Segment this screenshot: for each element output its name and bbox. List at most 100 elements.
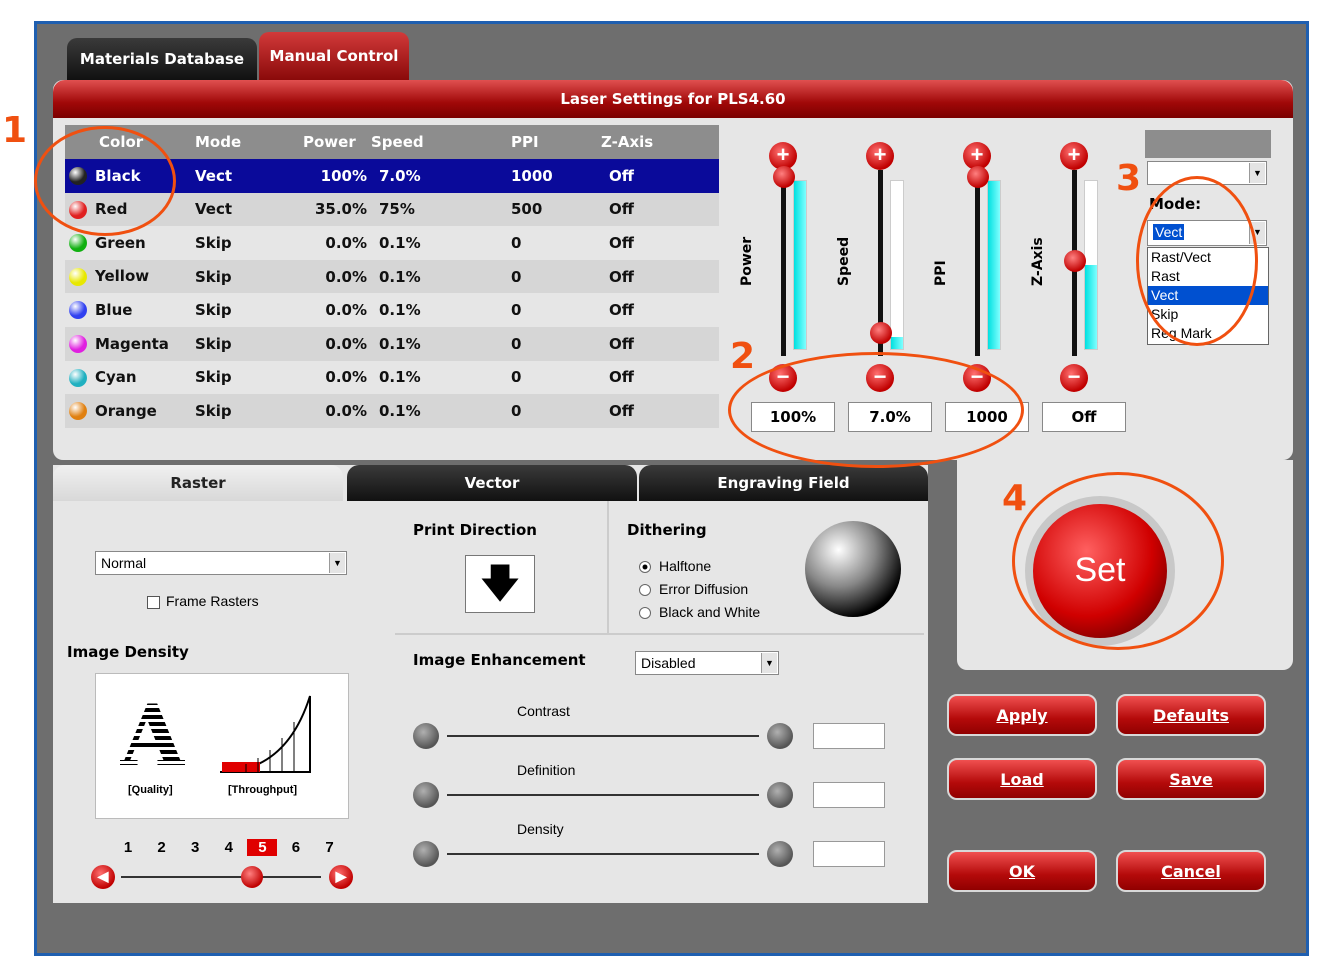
print-direction-label: Print Direction [413, 521, 537, 539]
slider-label: Power [739, 236, 755, 286]
options-panel: Raster Vector Engraving Field Normal ▼ F… [53, 465, 928, 903]
slider-end-knob-icon[interactable] [767, 782, 793, 808]
table-row[interactable]: Yellow Skip 0.0% 0.1% 0 Off [65, 259, 719, 294]
enhancement-slider[interactable]: Definition [413, 762, 913, 818]
dithering-options: Halftone Error Diffusion Black and White [639, 555, 760, 624]
dithering-radio[interactable]: Halftone [639, 555, 760, 578]
density-step[interactable]: 5 [247, 839, 278, 856]
enhancement-slider[interactable]: Density [413, 821, 913, 877]
dithering-radio[interactable]: Error Diffusion [639, 578, 760, 601]
slider-knob[interactable] [870, 322, 892, 345]
checkbox-box [147, 595, 160, 609]
plus-icon[interactable]: + [866, 142, 894, 170]
column-header-speed: Speed [371, 125, 477, 159]
slider-ramp-fill [891, 337, 903, 349]
slider-ramp [793, 180, 807, 350]
row-speed-cell: 0.1% [371, 259, 477, 294]
enhancement-value-field[interactable] [813, 782, 885, 808]
slider-end-knob-icon[interactable] [413, 782, 439, 808]
density-step[interactable]: 7 [315, 839, 345, 856]
tab-engraving-field[interactable]: Engraving Field [639, 465, 928, 501]
density-step[interactable]: 2 [147, 839, 177, 856]
laser-settings-title: Laser Settings for PLS4.60 [53, 80, 1293, 118]
arrow-down-icon[interactable]: 🡇 [465, 555, 535, 613]
row-color-label: Yellow [95, 267, 150, 286]
density-step[interactable]: 6 [281, 839, 311, 856]
row-color-cell: Yellow [65, 259, 195, 294]
slider-value-box[interactable]: Off [1042, 402, 1126, 432]
slider-ramp [987, 180, 1001, 350]
enhancement-slider[interactable]: Contrast [413, 703, 913, 759]
row-z-axis-cell: Off [609, 233, 634, 252]
tab-raster[interactable]: Raster [53, 465, 343, 501]
row-color-label: Orange [95, 401, 157, 420]
apply-button[interactable]: Apply [947, 694, 1097, 736]
dithering-option-label: Halftone [659, 558, 712, 574]
density-slider[interactable]: ◀ ▶ [91, 865, 357, 891]
chevron-down-icon: ▼ [329, 553, 345, 573]
annotation-1: 1 [2, 110, 28, 151]
load-button[interactable]: Load [947, 758, 1097, 800]
image-enhancement-label: Image Enhancement [413, 651, 586, 669]
arrow-left-icon[interactable]: ◀ [91, 865, 115, 889]
slider-knob[interactable] [773, 166, 795, 188]
radio-button-icon [639, 607, 651, 620]
throughput-caption: [Throughput] [228, 784, 298, 796]
density-knob[interactable] [241, 866, 263, 888]
slider-knob[interactable] [1064, 250, 1086, 272]
tab-vector[interactable]: Vector [347, 465, 637, 501]
column-header-ppi: PPI [477, 125, 577, 159]
tab-manual-control[interactable]: Manual Control [259, 32, 409, 80]
row-z-axis-cell: Off [577, 394, 719, 428]
raster-quality-select[interactable]: Normal ▼ [95, 551, 347, 575]
tab-materials-database[interactable]: Materials Database [67, 38, 257, 80]
annotation-ring-2 [728, 352, 1024, 468]
row-z-axis-cell: Off [577, 159, 719, 193]
density-step[interactable]: 1 [113, 839, 143, 856]
slider-end-knob-icon[interactable] [413, 841, 439, 867]
density-step[interactable]: 3 [180, 839, 210, 856]
enhancement-value-field[interactable] [813, 841, 885, 867]
frame-rasters-checkbox[interactable]: Frame Rasters [147, 593, 259, 609]
column-header-mode: Mode [195, 125, 303, 159]
row-speed-cell: 0.1% [379, 301, 421, 320]
dithering-radio[interactable]: Black and White [639, 601, 760, 624]
arrow-right-icon[interactable]: ▶ [329, 865, 353, 889]
slider-end-knob-icon[interactable] [767, 723, 793, 749]
plus-icon[interactable]: + [1060, 142, 1088, 170]
slider-knob[interactable] [967, 166, 989, 188]
table-row[interactable]: Magenta Skip 0.0% 0.1% 0 Off [65, 326, 719, 361]
enhancement-slider-label: Density [517, 821, 564, 837]
table-row[interactable]: Blue Skip 0.0% 0.1% 0 Off [65, 293, 719, 327]
row-power-cell: 0.0% [325, 301, 367, 320]
table-row[interactable]: Cyan Skip 0.0% 0.1% 0 Off [65, 361, 719, 395]
save-button[interactable]: Save [1116, 758, 1266, 800]
slider-end-knob-icon[interactable] [767, 841, 793, 867]
row-z-axis-cell: Off [577, 259, 719, 294]
row-power-cell: 0.0% [325, 368, 367, 387]
enhancement-track [447, 853, 759, 855]
slider-label: PPI [933, 260, 949, 286]
enhancement-slider-label: Contrast [517, 703, 570, 719]
slider-end-knob-icon[interactable] [413, 723, 439, 749]
enhancement-value-field[interactable] [813, 723, 885, 749]
ok-button[interactable]: OK [947, 850, 1097, 892]
minus-icon[interactable]: − [1060, 364, 1088, 392]
row-mode-cell: Vect [195, 192, 303, 227]
row-ppi-cell: 0 [511, 233, 522, 252]
image-enhancement-select[interactable]: Disabled ▼ [635, 651, 779, 675]
row-ppi-cell: 0 [511, 301, 522, 320]
dithering-section: Dithering Halftone Error Diffusion Black a… [609, 501, 924, 635]
row-ppi-cell: 0 [477, 259, 577, 294]
column-header-power: Power [303, 125, 371, 159]
annotation-3: 3 [1116, 158, 1142, 199]
defaults-button[interactable]: Defaults [1116, 694, 1266, 736]
table-row[interactable]: Green Skip 0.0% 0.1% 0 Off [65, 226, 719, 260]
cancel-button[interactable]: Cancel [1116, 850, 1266, 892]
chevron-down-icon: ▼ [1249, 163, 1265, 183]
density-step[interactable]: 4 [214, 839, 244, 856]
mode-panel-header [1145, 130, 1271, 158]
enhancement-sliders: Contrast Definition Density [413, 703, 913, 893]
table-row[interactable]: Orange Skip 0.0% 0.1% 0 Off [65, 394, 719, 428]
annotation-2: 2 [730, 336, 756, 377]
